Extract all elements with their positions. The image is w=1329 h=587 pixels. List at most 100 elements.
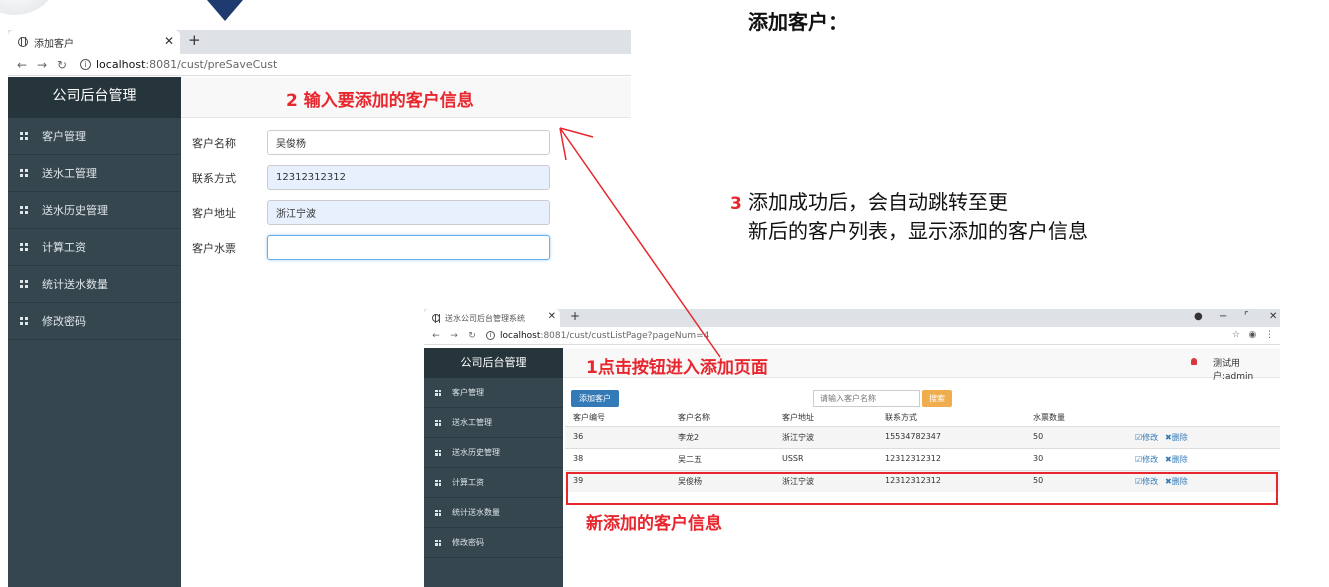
search-button[interactable]: 搜索: [922, 390, 952, 407]
sidebar-title: 公司后台管理: [8, 77, 181, 118]
cell-name: 吴二五: [678, 455, 702, 464]
cell-id: 38: [573, 454, 584, 463]
tickets-label: 客户水票: [192, 241, 236, 255]
annotation-new-customer: 新添加的客户信息: [586, 514, 722, 534]
annotation-step3-number: 3: [730, 194, 742, 214]
header-tickets: 水票数量: [1033, 413, 1065, 422]
bell-icon[interactable]: [1191, 358, 1197, 365]
sidebar-item-statistics[interactable]: 统计送水数量: [424, 498, 563, 528]
water-tickets-input[interactable]: [267, 235, 550, 260]
info-icon[interactable]: i: [80, 59, 91, 70]
cell-tickets: 50: [1033, 432, 1044, 441]
header-phone: 联系方式: [885, 413, 917, 422]
annotation-step3-line2: 新后的客户列表，显示添加的客户信息: [748, 219, 1088, 243]
decorative-triangle: [207, 0, 243, 21]
sidebar-item-history[interactable]: 送水历史管理: [8, 192, 181, 229]
header-address: 客户地址: [782, 413, 814, 422]
grid-icon: [435, 539, 441, 546]
customer-name-input[interactable]: [267, 130, 550, 155]
contact-input[interactable]: [267, 165, 550, 190]
sidebar: 公司后台管理 客户管理 送水工管理 送水历史管理 计算工资 统计送水数量 修改密…: [424, 348, 563, 587]
record-icon[interactable]: ●: [1194, 311, 1203, 322]
sidebar-item-salary[interactable]: 计算工资: [8, 229, 181, 266]
forward-icon[interactable]: →: [448, 331, 460, 341]
tab-title: 送水公司后台管理系统: [445, 313, 525, 323]
cell-address: 浙江宁波: [782, 433, 814, 442]
sidebar-item-statistics[interactable]: 统计送水数量: [8, 266, 181, 303]
toolbar-icons[interactable]: ☆ ◉ ⋮: [1232, 330, 1274, 340]
sidebar-item-workers[interactable]: 送水工管理: [8, 155, 181, 192]
annotation-step3-line1: 添加成功后，会自动跳转至更: [748, 190, 1008, 214]
browser-tab[interactable]: 添加客户 ✕: [8, 30, 180, 54]
edit-link[interactable]: ☑修改: [1135, 432, 1158, 443]
close-icon[interactable]: ✕: [548, 311, 556, 322]
reload-icon[interactable]: ↻: [466, 331, 478, 341]
sidebar-item-workers[interactable]: 送水工管理: [424, 408, 563, 438]
add-customer-button[interactable]: 添加客户: [571, 390, 619, 407]
sidebar-item-salary[interactable]: 计算工资: [424, 468, 563, 498]
form-row-name: 客户名称: [192, 130, 550, 155]
main-content: 测试用户:admin 添加客户 搜索 客户编号 客户名称 客户地址 联系方式 水…: [563, 348, 1280, 587]
sidebar-item-password[interactable]: 修改密码: [8, 303, 181, 340]
annotation-step3: 添加成功后，会自动跳转至更 新后的客户列表，显示添加的客户信息: [748, 188, 1268, 246]
url-text[interactable]: localhost:8081/cust/custListPage?pageNum…: [500, 331, 709, 341]
minimize-icon[interactable]: −: [1219, 311, 1227, 322]
header-name: 客户名称: [678, 413, 710, 422]
grid-icon: [435, 449, 441, 456]
sidebar-item-history[interactable]: 送水历史管理: [424, 438, 563, 468]
cell-phone: 15534782347: [885, 432, 941, 441]
sidebar: 公司后台管理 客户管理 送水工管理 送水历史管理 计算工资 统计送水数量 修改密…: [8, 77, 181, 587]
delete-link[interactable]: ✖删除: [1165, 432, 1188, 443]
sidebar-item-label: 客户管理: [452, 388, 484, 397]
delete-link[interactable]: ✖删除: [1165, 454, 1188, 465]
sidebar-item-label: 送水历史管理: [452, 448, 500, 457]
sidebar-item-label: 送水工管理: [452, 418, 492, 427]
tab-title: 添加客户: [34, 38, 74, 50]
reload-icon[interactable]: ↻: [56, 58, 68, 72]
annotation-step1: 1点击按钮进入添加页面: [586, 358, 768, 378]
form-row-tickets: 客户水票: [192, 235, 550, 260]
sidebar-item-label: 计算工资: [452, 478, 484, 487]
user-label[interactable]: 测试用户:admin: [1213, 356, 1280, 382]
cell-name: 李龙2: [678, 433, 700, 442]
edit-link[interactable]: ☑修改: [1135, 454, 1158, 465]
maximize-icon[interactable]: ⌜: [1244, 311, 1249, 322]
sidebar-item-label: 计算工资: [42, 241, 86, 254]
highlight-box: [566, 472, 1278, 505]
header-id: 客户编号: [573, 413, 605, 422]
url-text[interactable]: localhost:8081/cust/preSaveCust: [96, 58, 277, 71]
address-label: 客户地址: [192, 206, 236, 220]
address-bar[interactable]: ← → ↻ i localhost:8081/cust/preSaveCust: [8, 54, 631, 76]
address-bar[interactable]: ← → ↻ i localhost:8081/cust/custListPage…: [424, 327, 1280, 345]
back-icon[interactable]: ←: [430, 331, 442, 341]
back-icon[interactable]: ←: [16, 58, 28, 72]
sidebar-item-password[interactable]: 修改密码: [424, 528, 563, 558]
sidebar-title: 公司后台管理: [424, 348, 563, 378]
search-input[interactable]: [813, 390, 920, 407]
sidebar-item-label: 客户管理: [42, 130, 86, 143]
address-input[interactable]: [267, 200, 550, 225]
grid-icon: [435, 419, 441, 426]
browser-tab[interactable]: 送水公司后台管理系统 ✕: [424, 309, 560, 327]
sidebar-item-customers[interactable]: 客户管理: [424, 378, 563, 408]
sidebar-item-label: 修改密码: [452, 538, 484, 547]
info-icon[interactable]: i: [486, 331, 495, 340]
sidebar-item-label: 统计送水数量: [452, 508, 500, 517]
cell-phone: 12312312312: [885, 454, 941, 463]
window-close-icon[interactable]: ✕: [1269, 311, 1277, 322]
new-tab-icon[interactable]: +: [570, 309, 580, 323]
tab-bar: 添加客户 ✕ +: [8, 30, 631, 54]
sidebar-item-label: 统计送水数量: [42, 278, 108, 291]
sidebar-item-label: 送水历史管理: [42, 204, 108, 217]
annotation-step2: 2 输入要添加的客户信息: [286, 91, 474, 111]
globe-icon: [18, 37, 28, 47]
grid-icon: [20, 317, 28, 325]
new-tab-icon[interactable]: +: [188, 31, 201, 49]
table-row: 38 吴二五 USSR 12312312312 30 ☑修改 ✖删除: [565, 448, 1280, 470]
close-icon[interactable]: ✕: [164, 34, 174, 48]
forward-icon[interactable]: →: [36, 58, 48, 72]
form-row-contact: 联系方式: [192, 165, 550, 190]
table-header: 客户编号 客户名称 客户地址 联系方式 水票数量: [565, 410, 1280, 426]
grid-icon: [20, 243, 28, 251]
sidebar-item-customers[interactable]: 客户管理: [8, 118, 181, 155]
